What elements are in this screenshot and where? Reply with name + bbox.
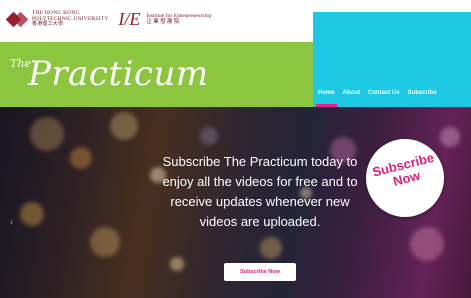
nav-item-contact-us[interactable]: Contact Us	[368, 90, 400, 100]
nav-item-home[interactable]: Home	[316, 90, 337, 108]
ife-name: Institute for Entrepreneurship 企 業 發 展 院	[146, 13, 211, 25]
badge-label: Subscribe Now	[364, 149, 446, 195]
carousel-prev-icon[interactable]: ‹	[10, 217, 13, 228]
polyu-logo-icon	[8, 10, 26, 28]
ife-logo-icon: I/E	[118, 9, 141, 29]
hero-line-4: videos are uploaded.	[199, 214, 321, 229]
hero-line-3: receive updates whenever new	[170, 194, 350, 209]
ife-name-zh: 企 業 發 展 院	[146, 19, 180, 25]
subscribe-now-badge[interactable]: Subscribe Now	[366, 139, 444, 217]
polyu-name-zh: 香港理工大學	[32, 22, 64, 27]
hero-line-2: enjoy all the videos for free and to	[162, 174, 358, 189]
subscribe-now-button[interactable]: Subscribe Now	[224, 263, 296, 281]
partner-logos[interactable]: THE HONG KONG POLYTECHNIC UNIVERSITY 香港理…	[8, 10, 212, 28]
header-accent-block	[313, 12, 471, 46]
nav-item-about[interactable]: About	[343, 90, 360, 100]
nav-item-subscribe[interactable]: Subscribe	[408, 90, 437, 100]
polyu-name: THE HONG KONG POLYTECHNIC UNIVERSITY 香港理…	[32, 10, 108, 28]
main-nav: Home About Contact Us Subscribe	[316, 90, 437, 108]
hero-line-1: Subscribe The Practicum today to	[162, 154, 358, 169]
hero-message: Subscribe The Practicum today to enjoy a…	[152, 152, 368, 232]
site-title-logo[interactable]: Practicum	[28, 54, 209, 94]
